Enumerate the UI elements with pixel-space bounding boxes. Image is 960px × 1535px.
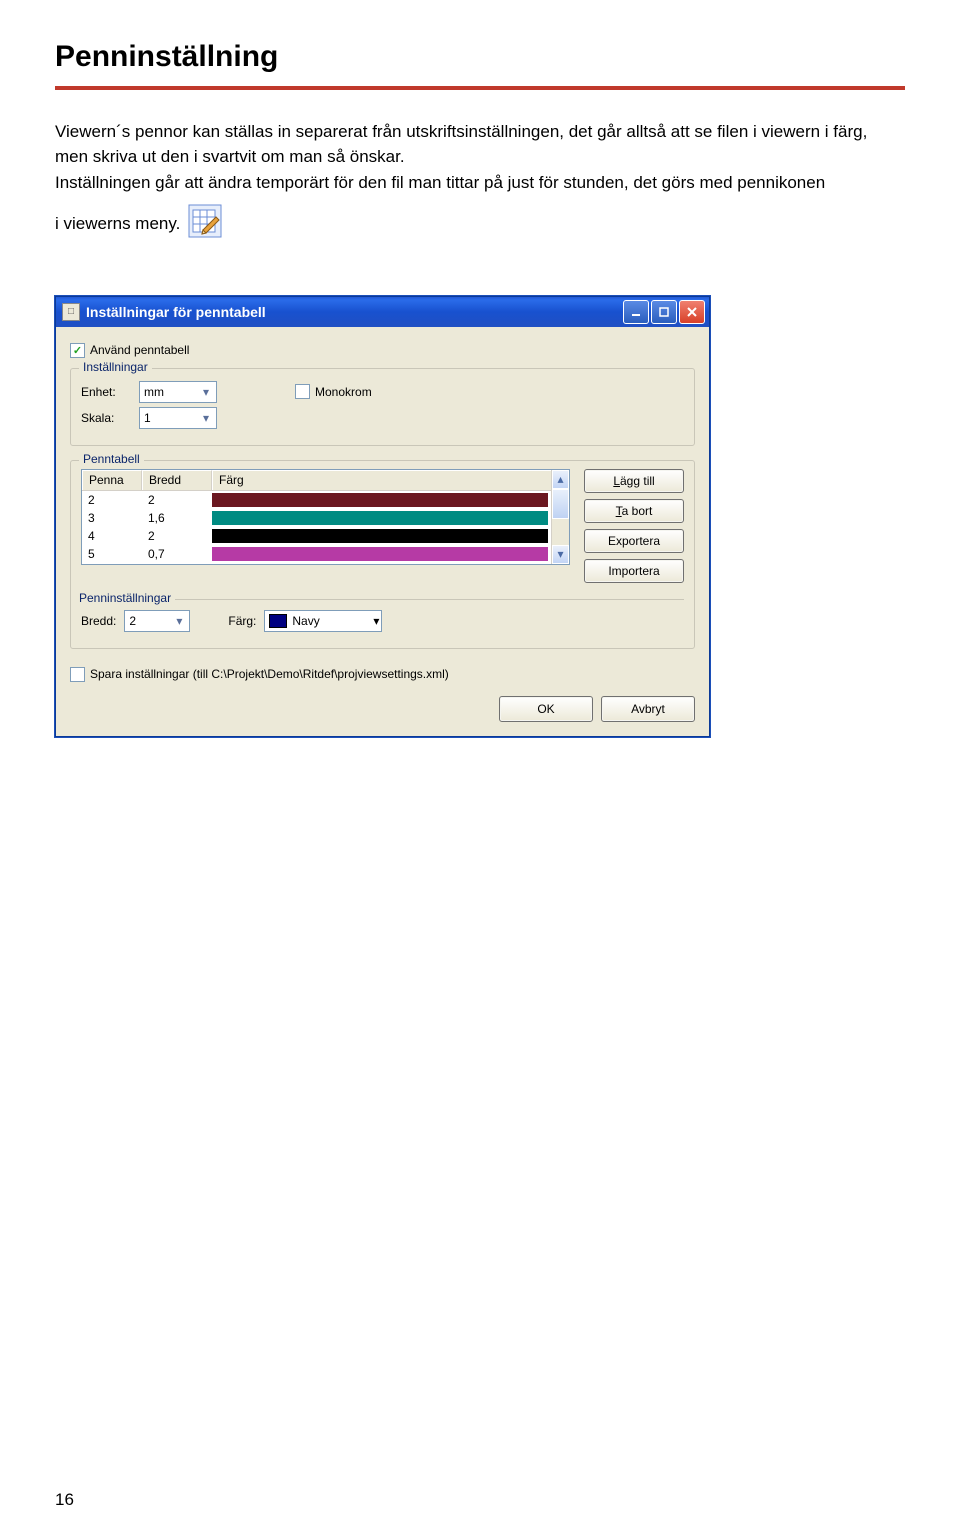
use-pen-table-label: Använd penntabell [90, 343, 189, 357]
chevron-down-icon: ▾ [198, 384, 214, 400]
table-row[interactable]: 2 2 [82, 491, 552, 509]
color-swatch [212, 547, 548, 561]
export-button[interactable]: Exportera [584, 529, 684, 553]
cell-pen: 2 [82, 493, 142, 507]
scroll-thumb[interactable] [552, 489, 569, 519]
width-combo[interactable]: 2 ▾ [124, 610, 190, 632]
unit-label: Enhet: [81, 385, 131, 399]
cell-width: 2 [142, 493, 212, 507]
para-line-2: Inställningen går att ändra temporärt fö… [55, 171, 905, 196]
save-settings-label: Spara inställningar (till C:\Projekt\Dem… [90, 667, 449, 681]
pen-table-settings-dialog: □ Inställningar för penntabell ✓ Använd … [55, 296, 710, 737]
cell-width: 1,6 [142, 511, 212, 525]
page-number: 16 [55, 1490, 74, 1510]
ok-button[interactable]: OK [499, 696, 593, 722]
scale-label: Skala: [81, 411, 131, 425]
cell-pen: 3 [82, 511, 142, 525]
minimize-button[interactable] [623, 300, 649, 324]
table-row[interactable]: 5 0,7 [82, 545, 552, 563]
cell-width: 0,7 [142, 547, 212, 561]
settings-group-legend: Inställningar [79, 360, 152, 374]
chevron-down-icon: ▾ [198, 410, 214, 426]
checkbox-unchecked-icon: ✓ [70, 667, 85, 682]
table-row[interactable]: 3 1,6 [82, 509, 552, 527]
page-title: Penninställning [55, 40, 905, 74]
dialog-title: Inställningar för penntabell [86, 304, 266, 320]
maximize-button[interactable] [651, 300, 677, 324]
scroll-up-icon[interactable]: ▴ [552, 470, 569, 489]
add-button[interactable]: Lägg till [584, 469, 684, 493]
width-label: Bredd: [81, 614, 116, 628]
cell-pen: 5 [82, 547, 142, 561]
unit-combo[interactable]: mm ▾ [139, 381, 217, 403]
settings-group: Inställningar Enhet: mm ▾ ✓ Monokrom Ska… [70, 368, 695, 446]
pen-table-icon [188, 204, 222, 246]
table-row[interactable]: 4 2 [82, 527, 552, 545]
save-settings-checkbox[interactable]: ✓ Spara inställningar (till C:\Projekt\D… [70, 667, 695, 682]
color-label: Färg: [228, 614, 256, 628]
scale-value: 1 [144, 411, 151, 425]
para-line-1: Viewern´s pennor kan ställas in separera… [55, 120, 905, 169]
cell-width: 2 [142, 529, 212, 543]
col-color[interactable]: Färg [212, 470, 552, 490]
unit-value: mm [144, 385, 164, 399]
color-swatch [212, 493, 548, 507]
color-swatch [212, 511, 548, 525]
checkbox-checked-icon: ✓ [70, 343, 85, 358]
pen-table-group-legend: Penntabell [79, 452, 144, 466]
monochrome-checkbox[interactable]: ✓ Monokrom [295, 384, 372, 399]
pen-list[interactable]: Penna Bredd Färg 2 2 3 [81, 469, 570, 565]
checkbox-unchecked-icon: ✓ [295, 384, 310, 399]
col-pen[interactable]: Penna [82, 470, 142, 490]
cancel-button[interactable]: Avbryt [601, 696, 695, 722]
chevron-down-icon: ▾ [171, 613, 187, 629]
monochrome-label: Monokrom [315, 385, 372, 399]
scroll-down-icon[interactable]: ▾ [552, 545, 569, 564]
cell-pen: 4 [82, 529, 142, 543]
remove-button[interactable]: Ta bort [584, 499, 684, 523]
close-button[interactable] [679, 300, 705, 324]
horizontal-rule [55, 86, 905, 90]
width-value: 2 [129, 614, 136, 628]
col-width[interactable]: Bredd [142, 470, 212, 490]
titlebar[interactable]: □ Inställningar för penntabell [56, 297, 709, 327]
color-swatch-icon [269, 614, 287, 628]
pen-table-group: Penntabell Penna Bredd Färg 2 2 [70, 460, 695, 649]
scale-combo[interactable]: 1 ▾ [139, 407, 217, 429]
color-value: Navy [292, 614, 319, 628]
pen-settings-legend: Penninställningar [75, 591, 175, 605]
body-paragraph: Viewern´s pennor kan ställas in separera… [55, 120, 905, 246]
chevron-down-icon: ▾ [373, 614, 379, 628]
para-line-3: i viewerns meny. [55, 212, 180, 237]
scrollbar[interactable]: ▴ ▾ [551, 470, 569, 564]
app-icon: □ [62, 303, 80, 321]
color-swatch [212, 529, 548, 543]
use-pen-table-checkbox[interactable]: ✓ Använd penntabell [70, 343, 695, 358]
import-button[interactable]: Importera [584, 559, 684, 583]
color-combo[interactable]: Navy ▾ [264, 610, 382, 632]
